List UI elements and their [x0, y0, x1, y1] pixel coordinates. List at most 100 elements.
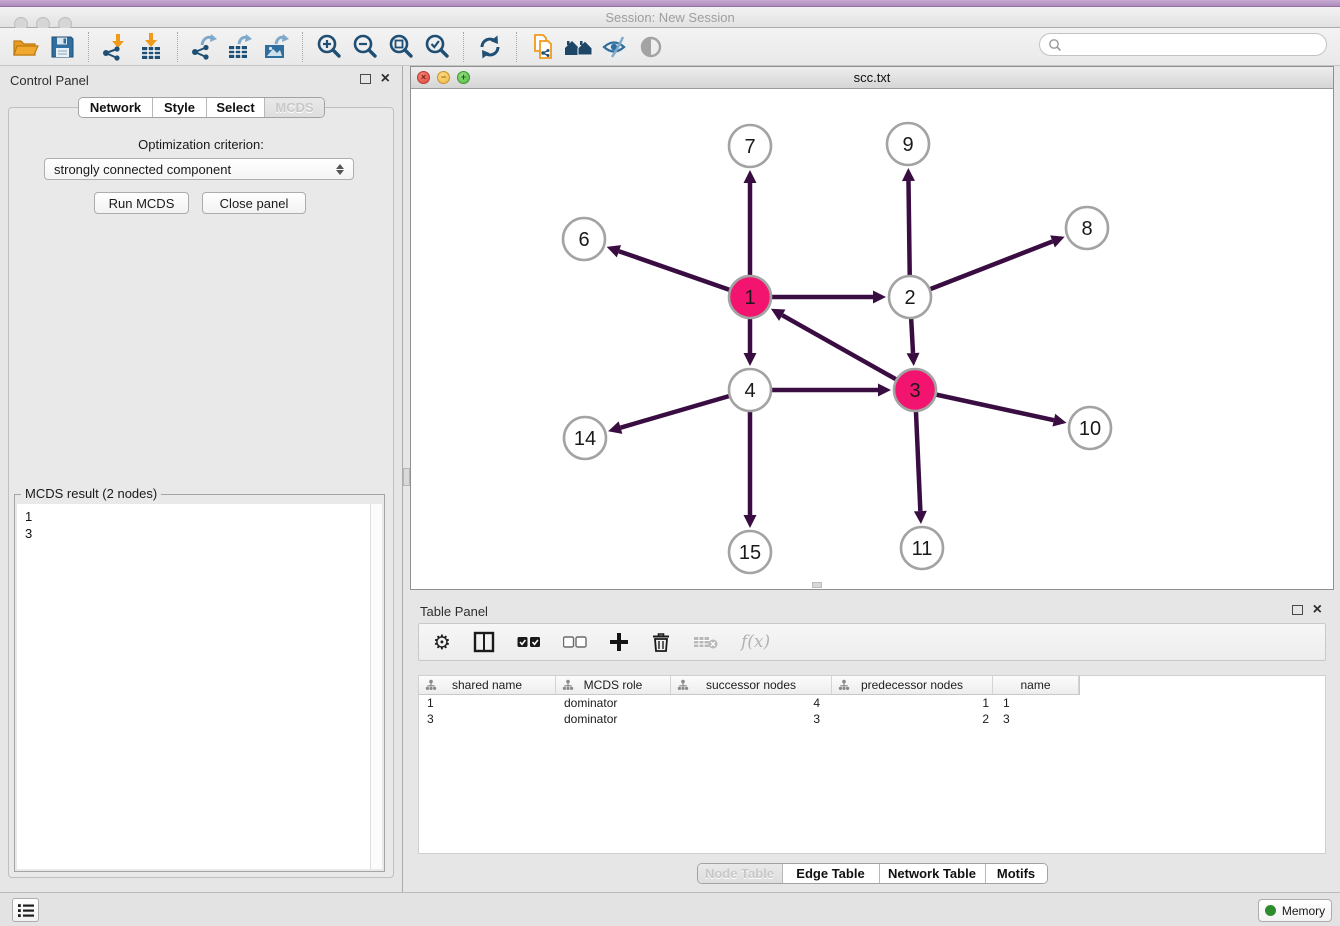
status-bar: Memory	[0, 892, 1340, 926]
tab-style[interactable]: Style	[152, 98, 206, 117]
svg-text:11: 11	[912, 538, 933, 560]
graph-node-11[interactable]: 11	[901, 527, 943, 569]
zoom-selected-icon[interactable]	[419, 31, 455, 63]
tab-motifs[interactable]: Motifs	[985, 864, 1047, 883]
graph-node-7[interactable]: 7	[729, 125, 771, 167]
zoom-fit-icon[interactable]	[383, 31, 419, 63]
open-session-icon[interactable]	[8, 31, 44, 63]
float-panel-icon[interactable]	[360, 74, 371, 84]
svg-text:4: 4	[744, 380, 755, 402]
panel-splitter-handle[interactable]	[403, 468, 410, 486]
svg-text:1: 1	[744, 287, 755, 309]
graph-node-10[interactable]: 10	[1069, 407, 1111, 449]
table-row[interactable]: 1dominator411	[419, 695, 1325, 711]
desktop-background	[0, 0, 1340, 7]
table-cell[interactable]: 3	[671, 711, 832, 727]
table-cell[interactable]: dominator	[556, 711, 671, 727]
tab-mcds[interactable]: MCDS	[264, 98, 324, 117]
graph-node-1[interactable]: 1	[729, 276, 771, 318]
table-cell[interactable]: 1	[832, 695, 993, 711]
graph-node-8[interactable]: 8	[1066, 207, 1108, 249]
search-field[interactable]	[1066, 36, 1326, 54]
table-cell[interactable]: 2	[832, 711, 993, 727]
toolbar-separator	[516, 32, 517, 62]
graph-node-6[interactable]: 6	[563, 218, 605, 260]
memory-label: Memory	[1282, 904, 1325, 918]
graph-node-4[interactable]: 4	[729, 369, 771, 411]
mcds-result-title: MCDS result (2 nodes)	[21, 486, 161, 501]
table-row[interactable]: 3dominator323	[419, 711, 1325, 727]
main-toolbar	[0, 28, 1340, 66]
table-settings-icon[interactable]: ⚙	[433, 630, 451, 654]
table-cell[interactable]: 3	[993, 711, 1079, 727]
graph-edge-2-8[interactable]	[910, 241, 1053, 297]
task-history-button[interactable]	[12, 898, 39, 922]
export-network-icon[interactable]	[186, 31, 222, 63]
float-panel-icon[interactable]	[1292, 605, 1303, 615]
mcds-result-line: 1	[25, 508, 32, 525]
table-header-row: shared nameMCDS rolesuccessor nodesprede…	[419, 676, 1080, 695]
table-cell[interactable]: 1	[993, 695, 1079, 711]
select-all-icon[interactable]	[517, 630, 541, 654]
import-network-icon[interactable]	[97, 31, 133, 63]
svg-text:3: 3	[909, 380, 920, 402]
mcds-result-list[interactable]: 13	[17, 504, 382, 869]
show-hide-icon[interactable]	[597, 31, 633, 63]
graph-node-9[interactable]: 9	[887, 123, 929, 165]
zoom-in-icon[interactable]	[311, 31, 347, 63]
tab-edge-table[interactable]: Edge Table	[782, 864, 879, 883]
edge-arrowhead	[1052, 414, 1066, 427]
run-mcds-button[interactable]: Run MCDS	[94, 192, 189, 214]
graph-edge-3-1[interactable]	[782, 315, 915, 390]
close-panel-icon[interactable]: ×	[1313, 604, 1322, 616]
table-tabs: Node TableEdge TableNetwork TableMotifs	[697, 863, 1048, 884]
network-window-titlebar[interactable]: × − + scc.txt	[411, 67, 1333, 89]
graph-node-14[interactable]: 14	[564, 417, 606, 459]
edge-arrowhead	[878, 384, 891, 397]
search-input[interactable]	[1039, 33, 1327, 56]
table-cell[interactable]: dominator	[556, 695, 671, 711]
refresh-icon[interactable]	[472, 31, 508, 63]
tab-select[interactable]: Select	[206, 98, 264, 117]
column-header-shared-name[interactable]: shared name	[419, 676, 556, 694]
clone-network-icon[interactable]	[525, 31, 561, 63]
tab-network-table[interactable]: Network Table	[879, 864, 985, 883]
deselect-all-icon[interactable]	[563, 630, 587, 654]
add-row-icon[interactable]	[609, 630, 629, 654]
edge-arrowhead	[873, 291, 886, 304]
delete-icon[interactable]	[651, 630, 671, 654]
table-panel: Table Panel × ⚙	[410, 597, 1334, 892]
column-type-icon	[838, 679, 850, 691]
table-cell[interactable]: 4	[671, 695, 832, 711]
export-table-icon[interactable]	[222, 31, 258, 63]
zoom-out-icon[interactable]	[347, 31, 383, 63]
table-cell[interactable]: 3	[419, 711, 556, 727]
import-table-icon[interactable]	[133, 31, 169, 63]
column-header-successor-nodes[interactable]: successor nodes	[671, 676, 832, 694]
column-header-predecessor-nodes[interactable]: predecessor nodes	[832, 676, 993, 694]
toolbar-separator	[177, 32, 178, 62]
column-header-name[interactable]: name	[993, 676, 1079, 694]
show-columns-icon[interactable]	[473, 630, 495, 654]
column-header-MCDS-role[interactable]: MCDS role	[556, 676, 671, 694]
table-cell[interactable]: 1	[419, 695, 556, 711]
mcds-result-line: 3	[25, 525, 32, 542]
memory-button[interactable]: Memory	[1258, 899, 1332, 922]
scrollbar-nub[interactable]	[812, 582, 822, 588]
close-panel-icon[interactable]: ×	[381, 73, 390, 85]
optimization-criterion-dropdown[interactable]: strongly connected component	[44, 158, 354, 180]
graph-node-2[interactable]: 2	[889, 276, 931, 318]
network-graph-canvas[interactable]: 7 9 6 8 1 2 4 3 14 10 15 11	[411, 89, 1333, 589]
tab-network[interactable]: Network	[79, 98, 152, 117]
edge-arrowhead	[744, 515, 757, 528]
neighbors-icon[interactable]	[561, 31, 597, 63]
toolbar-separator	[88, 32, 89, 62]
scrollbar-track[interactable]	[370, 504, 382, 869]
close-panel-button[interactable]: Close panel	[202, 192, 306, 214]
svg-text:14: 14	[574, 428, 596, 450]
save-session-icon[interactable]	[44, 31, 80, 63]
export-image-icon[interactable]	[258, 31, 294, 63]
tab-node-table[interactable]: Node Table	[698, 864, 782, 883]
graph-node-3[interactable]: 3	[894, 369, 936, 411]
graph-node-15[interactable]: 15	[729, 531, 771, 573]
